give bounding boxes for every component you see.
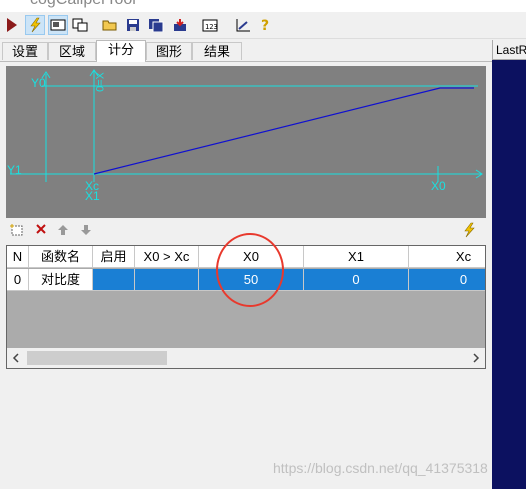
col-header-x1[interactable]: X1: [304, 246, 409, 268]
display-icon[interactable]: [48, 15, 68, 35]
lightning-icon[interactable]: [25, 15, 45, 35]
svg-text:?: ?: [261, 18, 269, 33]
window-title-bar: cogCaliperTool: [0, 0, 526, 12]
table-row-x0-gt-xc[interactable]: [135, 269, 199, 291]
col-header-x0-gt-xc[interactable]: X0 > Xc: [135, 246, 199, 268]
watermark-text: https://blog.csdn.net/qq_41375318: [273, 460, 488, 476]
save-as-icon[interactable]: [146, 15, 166, 35]
tab-scoring[interactable]: 计分: [96, 40, 146, 62]
scrollbar-thumb[interactable]: [27, 351, 167, 365]
run-icon[interactable]: [2, 15, 22, 35]
open-folder-icon[interactable]: [100, 15, 120, 35]
col-header-enabled[interactable]: 启用: [93, 246, 135, 268]
table-row-xc[interactable]: 0: [409, 269, 485, 291]
col-header-xc[interactable]: Xc: [409, 246, 485, 268]
scoring-function-plot: Y0 Y1 Xc X1 X0 X=0: [6, 66, 486, 218]
table-row-index[interactable]: 0: [7, 269, 29, 291]
label-x1: X1: [85, 189, 100, 203]
horizontal-scrollbar[interactable]: [7, 348, 485, 368]
scroll-left-icon[interactable]: [11, 351, 21, 365]
tab-settings[interactable]: 设置: [2, 42, 48, 60]
save-icon[interactable]: [123, 15, 143, 35]
image-display-pane[interactable]: LastRun: [492, 40, 526, 489]
svg-text:123: 123: [205, 23, 218, 31]
new-item-icon[interactable]: [10, 223, 24, 237]
import-icon[interactable]: [170, 15, 190, 35]
tab-results[interactable]: 结果: [192, 42, 242, 60]
col-header-function-name[interactable]: 函数名: [29, 246, 93, 268]
scroll-right-icon[interactable]: [471, 351, 481, 365]
annotation-circle: [216, 233, 284, 307]
col-header-n[interactable]: N: [7, 246, 29, 268]
label-x0: X0: [431, 179, 446, 193]
copy-icon[interactable]: [70, 15, 90, 35]
table-row-enabled[interactable]: [93, 269, 135, 291]
help-icon[interactable]: ?: [256, 15, 276, 35]
tab-graphics[interactable]: 图形: [146, 42, 192, 60]
image-pane-title: LastRun: [496, 43, 526, 57]
move-up-icon[interactable]: [56, 223, 70, 237]
main-toolbar: 123 ?: [0, 12, 526, 39]
move-down-icon[interactable]: [79, 223, 93, 237]
label-y0: Y0: [31, 76, 46, 90]
window-title: cogCaliperTool: [30, 0, 136, 9]
table-row-x1[interactable]: 0: [304, 269, 409, 291]
tab-region[interactable]: 区域: [48, 42, 96, 60]
lightning-icon[interactable]: [462, 222, 476, 238]
tab-strip: 设置 区域 计分 图形 结果: [0, 40, 492, 62]
label-y1: Y1: [7, 163, 22, 177]
numeric-icon[interactable]: 123: [200, 15, 220, 35]
delete-icon[interactable]: [34, 222, 48, 236]
table-row-name[interactable]: 对比度: [29, 269, 93, 291]
measure-icon[interactable]: [233, 15, 253, 35]
label-x-equals-0: X=0: [93, 72, 105, 92]
image-pane-header[interactable]: LastRun: [492, 40, 526, 60]
